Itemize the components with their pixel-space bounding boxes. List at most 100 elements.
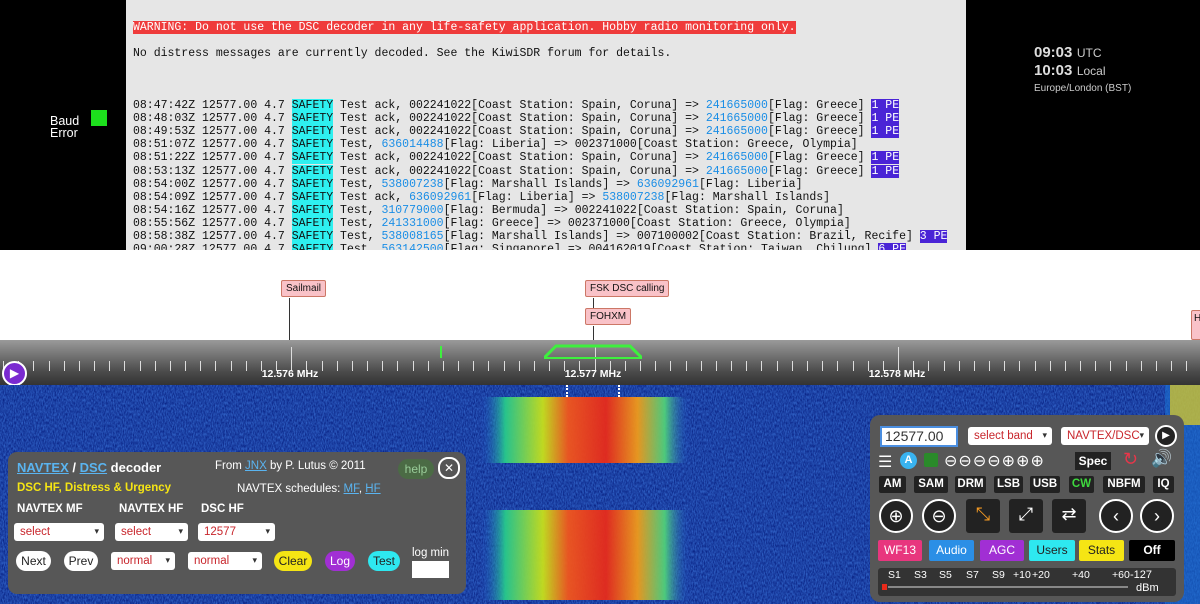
scale-tick bbox=[322, 361, 323, 371]
spec-button[interactable]: Spec bbox=[1075, 452, 1111, 470]
label-sailmail[interactable]: Sailmail bbox=[281, 280, 327, 297]
log-line: 08:53:13Z 12577.00 4.7 SAFETY Test ack, … bbox=[133, 164, 966, 178]
off-button[interactable]: Off bbox=[1129, 540, 1175, 561]
log-text: 08:51:07Z 12577.00 4.7 bbox=[133, 138, 292, 152]
mode-drm-button[interactable]: DRM bbox=[955, 476, 986, 493]
scale-tick bbox=[1004, 361, 1005, 371]
mmsi-link[interactable]: 636092961 bbox=[637, 178, 699, 191]
mf-link[interactable]: MF bbox=[344, 483, 359, 495]
safety-badge: SAFETY bbox=[291, 216, 334, 230]
auto-icon[interactable]: A bbox=[900, 452, 917, 469]
s-meter-label: S7 bbox=[966, 569, 979, 581]
close-icon[interactable]: ✕ bbox=[438, 457, 460, 479]
label-fohxm[interactable]: FOHXM bbox=[585, 308, 632, 325]
label-fsk-dsc[interactable]: FSK DSC calling bbox=[585, 280, 670, 297]
band-select[interactable]: select band ▾ bbox=[968, 427, 1052, 445]
mode-lsb-button[interactable]: LSB bbox=[994, 476, 1023, 493]
page-left-icon[interactable]: ‹ bbox=[1099, 499, 1133, 533]
link-icon[interactable] bbox=[924, 453, 938, 467]
scale-tick bbox=[519, 361, 520, 371]
mode-cw-button[interactable]: CW bbox=[1069, 476, 1094, 493]
log-min-label: log min bbox=[412, 547, 450, 559]
audio-button[interactable]: Audio bbox=[929, 540, 974, 561]
mmsi-link[interactable]: 310779000 bbox=[381, 204, 443, 217]
zoom-band-icon[interactable]: ⤡ bbox=[966, 499, 1000, 533]
passband-indicator[interactable] bbox=[544, 342, 642, 360]
speaker-icon[interactable]: 🔊 bbox=[1151, 449, 1172, 469]
s-meter-label: +40 bbox=[1072, 569, 1090, 581]
hf-link[interactable]: HF bbox=[365, 483, 380, 495]
mode-iq-button[interactable]: IQ bbox=[1153, 476, 1174, 493]
log-button[interactable]: Log bbox=[325, 551, 355, 571]
mmsi-link[interactable]: 538007238 bbox=[602, 191, 664, 204]
log-text: [Flag: Marshall Islands] => bbox=[443, 177, 637, 191]
zoom-in-icon[interactable]: ⊕ bbox=[879, 499, 913, 533]
zoom-step-icons[interactable]: ⊖⊖⊖⊖⊕⊕⊕ bbox=[944, 451, 1045, 471]
mode-1-value: normal bbox=[117, 555, 153, 567]
log-text: Test, bbox=[333, 203, 382, 217]
zoom-max-icon[interactable]: ⤢ bbox=[1009, 499, 1043, 533]
dsc-link[interactable]: DSC bbox=[80, 460, 107, 475]
refresh-icon[interactable]: ↻ bbox=[1123, 449, 1138, 470]
menu-icon[interactable]: ☰ bbox=[878, 452, 892, 472]
log-text: [Flag: Liberia] bbox=[698, 177, 803, 191]
error-label: Error bbox=[50, 126, 78, 140]
stats-button[interactable]: Stats bbox=[1079, 540, 1124, 561]
scale-tick bbox=[807, 361, 808, 371]
label-edge[interactable]: H bbox=[1191, 310, 1200, 340]
navtex-link[interactable]: NAVTEX bbox=[17, 460, 69, 475]
scale-tick bbox=[534, 361, 535, 371]
dsc-hf-select[interactable]: 12577 ▾ bbox=[198, 523, 275, 541]
scale-tick bbox=[1156, 361, 1157, 371]
mode-am-button[interactable]: AM bbox=[879, 476, 906, 493]
zoom-out-icon[interactable]: ⊖ bbox=[922, 499, 956, 533]
scale-tick bbox=[488, 361, 489, 371]
users-button[interactable]: Users bbox=[1029, 540, 1075, 561]
chevron-down-icon: ▾ bbox=[265, 526, 270, 536]
pe-badge: 1 PE bbox=[871, 99, 900, 113]
mmsi-link[interactable]: 636014488 bbox=[381, 138, 443, 151]
jnx-link[interactable]: JNX bbox=[245, 460, 267, 472]
navtex-hf-select[interactable]: select ▾ bbox=[115, 523, 188, 541]
utc-label: UTC bbox=[1076, 46, 1102, 60]
next-button[interactable]: Next bbox=[16, 551, 51, 571]
mmsi-link[interactable]: 563142500 bbox=[381, 243, 443, 250]
page-right-icon[interactable]: › bbox=[1140, 499, 1174, 533]
wf13-button[interactable]: WF13 bbox=[878, 540, 922, 561]
prev-button[interactable]: Prev bbox=[64, 551, 98, 571]
mmsi-link[interactable]: 241665000 bbox=[706, 112, 768, 125]
play-icon[interactable]: ▶ bbox=[1155, 425, 1177, 447]
extension-select[interactable]: NAVTEX/DSC ▾ bbox=[1061, 427, 1149, 445]
test-button[interactable]: Test bbox=[368, 551, 400, 571]
swap-icon[interactable]: ⇄ bbox=[1052, 499, 1086, 533]
mode-usb-button[interactable]: USB bbox=[1030, 476, 1060, 493]
mmsi-link[interactable]: 241331000 bbox=[381, 217, 443, 230]
play-icon[interactable]: ▶ bbox=[2, 361, 27, 386]
scale-tick bbox=[822, 361, 823, 371]
mmsi-link[interactable]: 241665000 bbox=[706, 165, 768, 178]
mmsi-link[interactable]: 636092961 bbox=[409, 191, 471, 204]
log-min-input[interactable] bbox=[412, 561, 449, 578]
help-button[interactable]: help bbox=[398, 459, 434, 479]
clear-button[interactable]: Clear bbox=[274, 551, 312, 571]
frequency-input[interactable]: 12577.00 bbox=[880, 426, 958, 447]
mode-sam-button[interactable]: SAM bbox=[914, 476, 948, 493]
frequency-scale[interactable]: 12.576 MHz 12.577 MHz 12.578 MHz bbox=[0, 340, 1200, 385]
log-text: Test, bbox=[333, 177, 382, 191]
mmsi-link[interactable]: 538008165 bbox=[381, 230, 443, 243]
mmsi-link[interactable]: 241665000 bbox=[706, 151, 768, 164]
mmsi-link[interactable]: 241665000 bbox=[706, 99, 768, 112]
agc-button[interactable]: AGC bbox=[980, 540, 1024, 561]
mmsi-link[interactable]: 538007238 bbox=[381, 178, 443, 191]
mode-select-2[interactable]: normal ▾ bbox=[188, 552, 262, 570]
mode-nbfm-button[interactable]: NBFM bbox=[1103, 476, 1145, 493]
scale-tick bbox=[367, 361, 368, 371]
mode-select-1[interactable]: normal ▾ bbox=[111, 552, 175, 570]
log-text: [Flag: Liberia] => 002371000[Coast Stati… bbox=[443, 138, 858, 152]
s-meter-label: S3 bbox=[914, 569, 927, 581]
scale-tick bbox=[155, 361, 156, 371]
chevron-down-icon: ▾ bbox=[94, 526, 99, 536]
mmsi-link[interactable]: 241665000 bbox=[706, 125, 768, 138]
navtex-mf-select[interactable]: select ▾ bbox=[14, 523, 104, 541]
scale-tick bbox=[686, 361, 687, 371]
